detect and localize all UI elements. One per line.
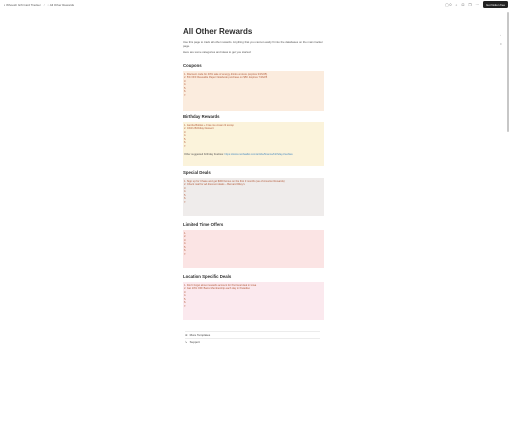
location-deals-callout[interactable]: 1. Don't forget about rewards account fo… <box>183 282 324 320</box>
section-heading: Special Deals <box>183 170 211 175</box>
history-icon[interactable]: ⊡ <box>461 3 464 7</box>
section-heading: Birthday Rewards <box>183 114 220 119</box>
page-icon: ▫ <box>47 2 49 7</box>
section-heading: Coupons <box>183 63 202 68</box>
section-special-deals: Special Deals 1. Sign up for Chase and g… <box>183 170 324 216</box>
support-link[interactable]: ↳ Support <box>185 338 320 345</box>
comments-icon[interactable]: ▢ 0 <box>445 3 451 7</box>
section-limited-time-offers: Limited Time Offers 1. 2. 3. 4. 5. 6. 7. <box>183 222 324 268</box>
list-item[interactable]: 7. <box>184 305 323 309</box>
search-icon[interactable]: ⌕ <box>455 3 457 7</box>
other-suggestions-label: Other suggested birthday freebies: <box>184 152 225 156</box>
get-notion-button[interactable]: Get Notion free <box>483 1 508 8</box>
intro-paragraph-2: Here are some categories and ideas to ge… <box>183 49 252 54</box>
other-suggestions: Other suggested birthday freebies: https… <box>184 153 323 157</box>
page-title: All Other Rewards <box>183 27 253 36</box>
section-coupons: Coupons 1. Discount code for 40% sale of… <box>183 63 324 111</box>
scrollbar[interactable] <box>507 12 509 132</box>
section-heading: Location Specific Deals <box>183 274 232 279</box>
duplicate-icon[interactable]: ❐ <box>468 3 471 7</box>
birthday-freebies-link[interactable]: https://www.nerdwallet.com/article/finan… <box>225 153 293 156</box>
list-item[interactable]: 7. <box>184 253 323 257</box>
coupons-callout[interactable]: 1. Discount code for 40% sale of energy … <box>183 71 324 111</box>
plus-icon: ⊕ <box>185 333 188 337</box>
breadcrumb-current-label: All Other Rewards <box>49 2 75 7</box>
section-birthday-rewards: Birthday Rewards 1. Jamba Bottles + Free… <box>183 114 324 166</box>
breadcrumb-workspace[interactable]: ▪ Whoosh Gift Card Tracker <box>4 3 41 7</box>
breadcrumb-workspace-label: Whoosh Gift Card Tracker <box>6 2 41 7</box>
list-item[interactable]: 7. <box>184 145 323 149</box>
intro-paragraph: Use this page to track all other rewards… <box>183 40 323 48</box>
collapse-icon[interactable]: ‹ <box>500 33 501 37</box>
more-templates-label: More Templates <box>189 333 211 337</box>
outline-icon[interactable]: ≡ <box>500 42 502 46</box>
more-templates-link[interactable]: ⊕ More Templates <box>185 331 320 338</box>
page-header: All Other Rewards Use this page to track… <box>183 27 324 55</box>
support-label: Support <box>189 340 200 344</box>
limited-offers-callout[interactable]: 1. 2. 3. 4. 5. 6. 7. <box>183 230 324 268</box>
special-deals-callout[interactable]: 1. Sign up for Chase and get $300 bonus … <box>183 178 324 216</box>
more-icon[interactable]: ⋯ <box>476 3 480 7</box>
section-location-specific-deals: Location Specific Deals 1. Don't forget … <box>183 274 324 320</box>
section-heading: Limited Time Offers <box>183 222 224 227</box>
support-icon: ↳ <box>185 340 188 344</box>
breadcrumb-current-page[interactable]: ▫ All Other Rewards <box>48 3 74 7</box>
list-item[interactable]: 7. <box>184 201 323 205</box>
footer-links: ⊕ More Templates ↳ Support <box>185 331 320 345</box>
page-icon: ▪ <box>4 2 6 7</box>
top-bar: ▪ Whoosh Gift Card Tracker / ▫ All Other… <box>0 0 510 9</box>
list-item[interactable]: 7. <box>184 94 323 98</box>
breadcrumb-separator: / <box>43 2 45 7</box>
birthday-callout[interactable]: 1. Jamba Bottles + Free ice cream lit sc… <box>183 122 324 166</box>
